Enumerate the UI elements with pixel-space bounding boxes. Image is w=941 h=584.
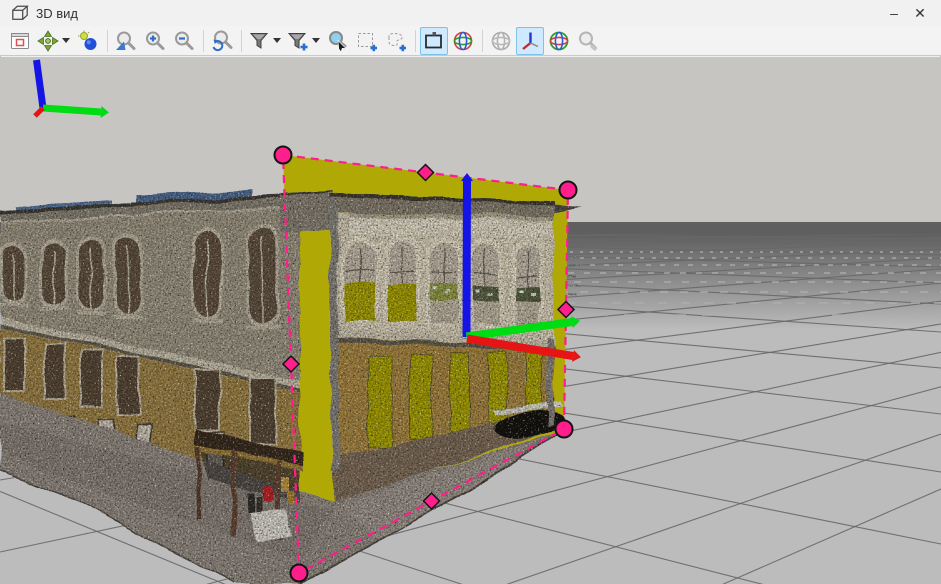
toolbar-button-add-rect-selection[interactable] bbox=[353, 27, 381, 55]
zoom-extents-icon bbox=[114, 29, 138, 53]
zoom-in-icon bbox=[143, 29, 167, 53]
lasso-select-add-icon bbox=[384, 29, 408, 53]
toolbar-button-zoom-refresh[interactable] bbox=[208, 27, 236, 55]
toolbar-separator bbox=[203, 30, 204, 52]
viewport-window-icon bbox=[8, 29, 32, 53]
plane-corner-handle[interactable] bbox=[275, 147, 292, 164]
zoom-out-icon bbox=[172, 29, 196, 53]
toolbar-button-section-plane-mode[interactable] bbox=[420, 27, 448, 55]
title-bar[interactable]: 3D вид – ✕ bbox=[0, 0, 941, 26]
sphere-rgb2-icon bbox=[547, 29, 571, 53]
toolbar-button-viewport-settings[interactable] bbox=[6, 27, 34, 55]
filter-add-icon bbox=[286, 29, 310, 53]
rect-select-add-icon bbox=[355, 29, 379, 53]
viewport-3d[interactable] bbox=[0, 57, 941, 584]
toolbar-separator bbox=[482, 30, 483, 52]
toolbar bbox=[0, 26, 941, 56]
close-button[interactable]: ✕ bbox=[909, 3, 931, 23]
toolbar-button-navigation-mode[interactable] bbox=[35, 27, 73, 55]
orbit-compass-icon bbox=[36, 29, 60, 53]
plane-corner-handle[interactable] bbox=[560, 182, 577, 199]
toolbar-button-select-zoom-region[interactable] bbox=[324, 27, 352, 55]
toolbar-button-add-lasso-selection[interactable] bbox=[382, 27, 410, 55]
plane-corner-handle[interactable] bbox=[291, 565, 308, 582]
3d-view-window: 3D вид – ✕ bbox=[0, 0, 941, 584]
window-title: 3D вид bbox=[36, 6, 78, 21]
toolbar-button-orbit-sphere-free[interactable] bbox=[545, 27, 573, 55]
toolbar-button-point-display[interactable] bbox=[74, 27, 102, 55]
toolbar-separator bbox=[241, 30, 242, 52]
toolbar-separator bbox=[415, 30, 416, 52]
section-plane-icon bbox=[422, 29, 446, 53]
plane-corner-handle[interactable] bbox=[556, 421, 573, 438]
toolbar-button-orbit-sphere[interactable] bbox=[449, 27, 477, 55]
toolbar-button-zoom-in[interactable] bbox=[141, 27, 169, 55]
zoom-tool-gray-icon bbox=[576, 29, 600, 53]
dropdown-caret-icon[interactable] bbox=[312, 38, 320, 43]
toolbar-button-zoom-tool-locked bbox=[574, 27, 602, 55]
axis-view-icon bbox=[518, 29, 542, 53]
minimize-button[interactable]: – bbox=[883, 3, 905, 23]
sphere-rgb-icon bbox=[451, 29, 475, 53]
toolbar-button-filter[interactable] bbox=[246, 27, 284, 55]
cube-3d-icon bbox=[10, 4, 30, 22]
zoom-refresh-icon bbox=[210, 29, 234, 53]
sphere-gray-icon bbox=[489, 29, 513, 53]
filter-icon bbox=[247, 29, 271, 53]
toolbar-button-zoom-out[interactable] bbox=[170, 27, 198, 55]
dropdown-caret-icon[interactable] bbox=[62, 38, 70, 43]
axis-y-corner bbox=[43, 108, 101, 112]
toolbar-button-orbit-sphere-locked bbox=[487, 27, 515, 55]
toolbar-button-zoom-extents[interactable] bbox=[112, 27, 140, 55]
axis-z-center bbox=[467, 181, 468, 337]
toolbar-button-axis-view-mode[interactable] bbox=[516, 27, 544, 55]
toolbar-separator bbox=[107, 30, 108, 52]
zoom-select-icon bbox=[326, 29, 350, 53]
point-symbol-icon bbox=[76, 29, 100, 53]
toolbar-button-filter-add[interactable] bbox=[285, 27, 323, 55]
dropdown-caret-icon[interactable] bbox=[273, 38, 281, 43]
